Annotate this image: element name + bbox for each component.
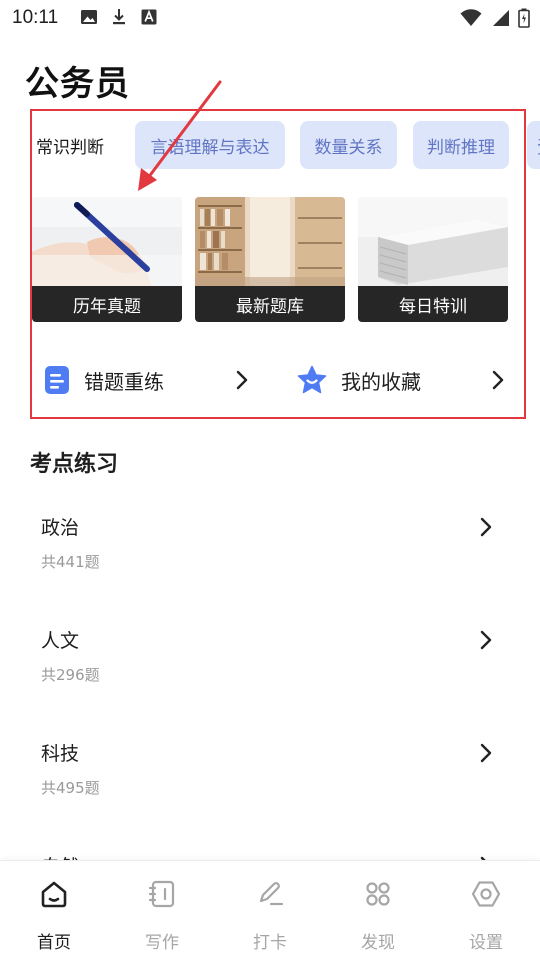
topic-item-politics[interactable]: 政治 共441题: [0, 513, 540, 613]
image-icon: [81, 10, 97, 24]
nav-home[interactable]: 首页: [0, 861, 108, 960]
nav-label: 首页: [37, 933, 71, 953]
wifi-icon: [460, 9, 482, 26]
bottom-nav: 首页 写作 打卡 发现 设置: [0, 860, 540, 960]
topic-item-technology[interactable]: 科技 共495题: [0, 739, 540, 839]
topic-count: 共296题: [41, 666, 100, 684]
nav-discover[interactable]: 发现: [324, 861, 432, 960]
section-title: 考点练习: [30, 452, 119, 477]
topic-count: 共495题: [41, 779, 100, 797]
download-icon: [113, 9, 125, 25]
topic-count: 共441题: [41, 553, 100, 571]
settings-icon: [471, 881, 501, 907]
status-time: 10:11: [12, 7, 59, 28]
topic-title: 人文: [41, 630, 80, 652]
topic-item-humanities[interactable]: 人文 共296题: [0, 626, 540, 726]
chevron-right-icon: [480, 517, 492, 537]
tab-data-analysis[interactable]: 资: [527, 121, 540, 169]
nav-label: 打卡: [253, 933, 287, 953]
notification-icons: [80, 8, 158, 26]
nav-settings[interactable]: 设置: [432, 861, 540, 960]
chevron-right-icon: [480, 630, 492, 650]
home-icon: [41, 881, 67, 908]
system-icons: [460, 8, 530, 28]
font-a-icon: [141, 9, 157, 25]
signal-icon: [493, 10, 509, 26]
notebook-icon: [148, 880, 175, 908]
grid-icon: [366, 882, 390, 906]
page-title: 公务员: [25, 64, 130, 104]
battery-icon: [518, 8, 530, 28]
nav-label: 写作: [145, 933, 179, 953]
topic-title: 政治: [41, 517, 80, 539]
topic-title: 科技: [41, 743, 80, 765]
nav-writing[interactable]: 写作: [108, 861, 216, 960]
nav-checkin[interactable]: 打卡: [216, 861, 324, 960]
highlight-box: [30, 109, 526, 419]
topic-item-nature[interactable]: 自然: [0, 852, 540, 860]
topic-title: 自然: [41, 852, 79, 860]
pen-icon: [259, 882, 284, 906]
status-bar: 10:11: [0, 0, 540, 40]
chevron-right-icon: [480, 743, 492, 763]
nav-label: 发现: [361, 933, 395, 953]
nav-label: 设置: [469, 933, 503, 953]
